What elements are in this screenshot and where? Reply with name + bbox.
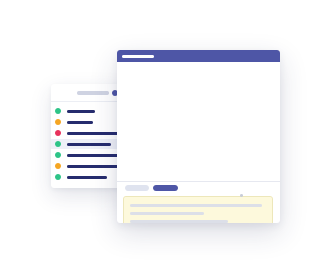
- contact-list-window: [51, 84, 125, 188]
- contact-row-selected[interactable]: [51, 139, 125, 149]
- resize-handle-icon[interactable]: [240, 194, 243, 197]
- contact-row[interactable]: [51, 128, 125, 138]
- chat-window-title-placeholder: [122, 55, 154, 58]
- compose-input[interactable]: [123, 196, 273, 223]
- illustration-stage: [0, 0, 331, 273]
- message-area: [117, 62, 280, 182]
- compose-tab-active[interactable]: [153, 185, 178, 191]
- status-away-icon: [55, 163, 61, 169]
- compose-text-line: [130, 220, 228, 223]
- compose-text-line: [130, 212, 204, 215]
- status-away-icon: [55, 119, 61, 125]
- compose-tab-inactive[interactable]: [125, 185, 149, 191]
- contact-row[interactable]: [51, 172, 125, 182]
- status-online-icon: [55, 152, 61, 158]
- contact-name-placeholder: [67, 121, 93, 124]
- contact-row[interactable]: [51, 150, 125, 160]
- contact-row[interactable]: [51, 106, 125, 116]
- contact-list-title-placeholder: [77, 91, 109, 95]
- status-online-icon: [55, 174, 61, 180]
- contact-name-placeholder: [67, 110, 95, 113]
- status-busy-icon: [55, 130, 61, 136]
- compose-text-line: [130, 204, 262, 207]
- contact-name-placeholder: [67, 176, 107, 179]
- chat-window: [117, 50, 280, 223]
- contact-row[interactable]: [51, 161, 125, 171]
- contact-row[interactable]: [51, 117, 125, 127]
- status-online-icon: [55, 141, 61, 147]
- chat-window-titlebar: [117, 50, 280, 62]
- status-online-icon: [55, 108, 61, 114]
- contact-list-header: [51, 84, 125, 102]
- contact-name-placeholder: [67, 143, 111, 146]
